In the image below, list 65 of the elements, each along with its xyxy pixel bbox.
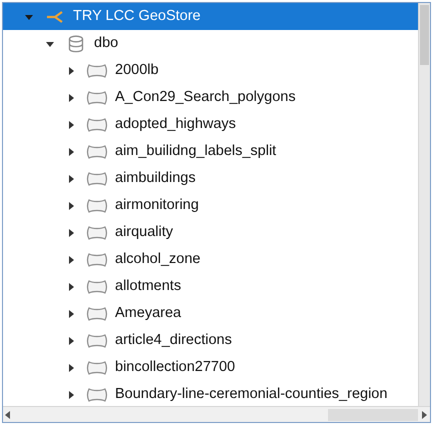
- polygon-icon: [86, 170, 108, 186]
- expand-caret-icon[interactable]: [67, 310, 75, 318]
- tree-item[interactable]: allotments: [3, 273, 418, 300]
- tree-item[interactable]: Ameyarea: [3, 300, 418, 327]
- expand-caret-icon[interactable]: [67, 94, 75, 102]
- polygon-icon: [86, 224, 108, 240]
- branch-icon: [46, 10, 64, 24]
- expand-caret-icon[interactable]: [67, 120, 75, 128]
- tree-item[interactable]: 2000lb: [3, 57, 418, 84]
- polygon-icon: [86, 252, 108, 268]
- expand-caret-icon[interactable]: [67, 228, 75, 236]
- expand-caret-icon[interactable]: [67, 364, 75, 372]
- scrollbar-thumb[interactable]: [420, 5, 429, 65]
- expand-caret-icon[interactable]: [67, 390, 75, 398]
- tree-item-label: 2000lb: [115, 60, 159, 80]
- expand-caret-icon[interactable]: [67, 256, 75, 264]
- tree-item-label: Ameyarea: [115, 304, 182, 323]
- tree-item-label: airmonitoring: [115, 196, 199, 215]
- expand-caret-icon[interactable]: [67, 202, 75, 210]
- tree-item[interactable]: adopted_highways: [3, 111, 418, 138]
- tree-item[interactable]: article4_directions: [3, 327, 418, 354]
- polygon-icon: [86, 198, 108, 214]
- scrollbar-thumb[interactable]: [328, 408, 418, 420]
- tree-item-label: aim_builidng_labels_split: [115, 142, 276, 161]
- tree-item-label: A_Con29_Search_polygons: [115, 88, 296, 107]
- scroll-left-icon[interactable]: [5, 410, 11, 418]
- tree-item[interactable]: aimbuildings: [3, 165, 418, 192]
- expand-caret-icon[interactable]: [67, 66, 75, 74]
- vertical-scrollbar[interactable]: [418, 3, 430, 406]
- polygon-icon: [86, 144, 108, 160]
- tree-item-label: article4_directions: [115, 330, 232, 350]
- tree-item-label: alcohol_zone: [115, 250, 200, 269]
- tree-item[interactable]: A_Con29_Search_polygons: [3, 84, 418, 111]
- tree-item[interactable]: airmonitoring: [3, 192, 418, 219]
- horizontal-scrollbar[interactable]: [3, 406, 430, 422]
- polygon-icon: [86, 360, 108, 376]
- tree-item-label: TRY LCC GeoStore: [73, 6, 201, 26]
- tree-item[interactable]: alcohol_zone: [3, 246, 418, 273]
- expand-caret-icon[interactable]: [67, 148, 75, 156]
- polygon-icon: [86, 116, 108, 132]
- scroll-right-icon[interactable]: [422, 410, 428, 418]
- tree-item-label: dbo: [94, 34, 118, 53]
- expand-caret-icon[interactable]: [67, 336, 75, 344]
- tree-item[interactable]: airquality: [3, 219, 418, 246]
- tree-item-label: airquality: [115, 222, 174, 242]
- polygon-icon: [86, 278, 108, 294]
- polygon-icon: [86, 306, 108, 322]
- expand-caret-icon[interactable]: [67, 174, 75, 182]
- polygon-icon: [86, 62, 108, 78]
- tree-item[interactable]: aim_builidng_labels_split: [3, 138, 418, 165]
- polygon-icon: [86, 90, 108, 106]
- tree-item-label: aimbuildings: [115, 168, 196, 188]
- database-icon: [68, 34, 84, 52]
- tree-item-label: Boundary-line-ceremonial-counties_region: [115, 384, 388, 404]
- tree-item[interactable]: dbo: [3, 30, 418, 57]
- expand-caret-icon[interactable]: [67, 282, 75, 290]
- collapse-caret-icon[interactable]: [46, 40, 54, 48]
- polygon-icon: [86, 332, 108, 348]
- polygon-icon: [86, 386, 108, 402]
- tree-item[interactable]: TRY LCC GeoStore: [3, 3, 418, 30]
- tree-item[interactable]: bincollection27700: [3, 354, 418, 381]
- tree-item-label: allotments: [115, 276, 182, 296]
- tree-item[interactable]: Boundary-line-ceremonial-counties_region: [3, 381, 418, 406]
- tree-item-label: adopted_highways: [115, 114, 236, 134]
- tree-item-label: bincollection27700: [115, 358, 236, 377]
